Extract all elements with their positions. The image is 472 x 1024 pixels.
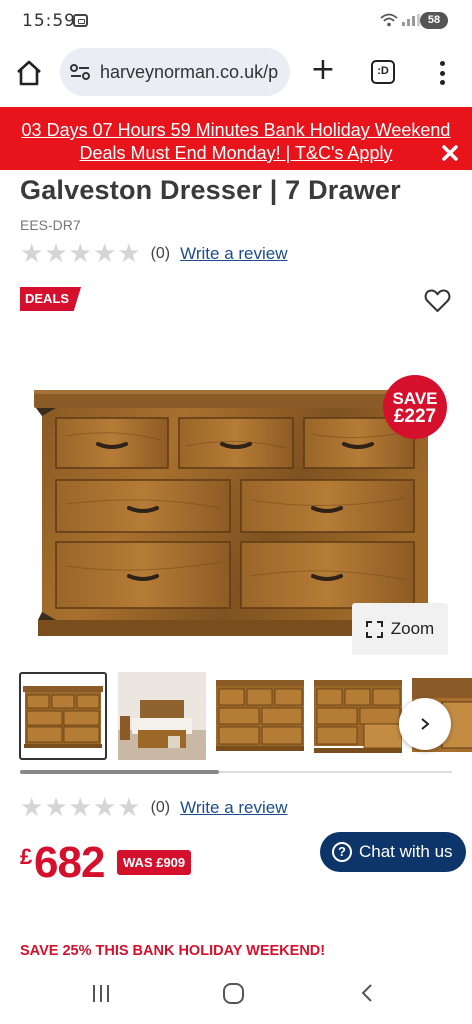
product-sku: EES-DR7 [20, 217, 81, 233]
promo-banner[interactable]: 03 Days 07 Hours 59 Minutes Bank Holiday… [0, 107, 472, 170]
home-icon[interactable] [14, 58, 44, 88]
tab-switcher-button[interactable]: :D [371, 60, 395, 84]
zoom-button[interactable]: Zoom [352, 603, 448, 655]
star-icon: ★ [68, 239, 92, 269]
promo-line-2[interactable]: Deals Must End Monday! | T&C's Apply [0, 142, 472, 165]
star-icon: ★ [20, 793, 44, 823]
browser-menu-button[interactable] [432, 58, 452, 88]
home-nav-icon[interactable] [223, 983, 244, 1004]
thumbnail-dresser-angle[interactable] [216, 672, 304, 760]
review-count: (0) [150, 245, 171, 262]
star-icon: ★ [44, 239, 68, 269]
write-review-link[interactable]: Write a review [180, 798, 287, 818]
gallery-next-button[interactable] [399, 698, 451, 750]
thumbnail-dresser-front[interactable] [19, 672, 107, 760]
back-icon[interactable] [357, 983, 377, 1003]
promo-banner-text[interactable]: 03 Days 07 Hours 59 Minutes Bank Holiday… [0, 119, 472, 165]
site-settings-icon[interactable] [69, 63, 91, 81]
new-tab-button[interactable]: + [308, 55, 338, 86]
star-icon: ★ [20, 239, 44, 269]
promo-line-1[interactable]: 03 Days 07 Hours 59 Minutes Bank Holiday… [0, 119, 472, 142]
thumbnail-bedroom-scene[interactable] [118, 672, 206, 760]
chat-label[interactable]: Chat with us [359, 842, 453, 862]
price-amount: 682 [34, 838, 105, 887]
star-icon: ★ [92, 239, 117, 269]
thumbnail-dresser-open-drawer[interactable] [314, 672, 402, 760]
star-icon: ★ [117, 239, 141, 269]
system-nav-bar [0, 970, 472, 1024]
help-icon: ? [332, 842, 352, 862]
heart-icon[interactable] [424, 288, 451, 313]
status-bar: 15:59 58 [0, 0, 472, 40]
wifi-icon [380, 13, 398, 27]
star-icon: ★ [117, 793, 141, 823]
product-title: Galveston Dresser | 7 Drawer [20, 175, 401, 205]
star-icon: ★ [68, 793, 92, 823]
status-time: 15:59 [22, 11, 76, 31]
chevron-right-icon [421, 718, 430, 730]
signal-icon [402, 14, 420, 26]
rating-summary: ★ ★ ★ ★ ★ (0) Write a review [20, 239, 288, 269]
save-badge-amount: £227 [393, 406, 437, 427]
gallery-scroll-thumb[interactable] [20, 770, 219, 774]
save-badge-label: SAVE [392, 389, 438, 408]
message-notification-icon [73, 14, 88, 27]
battery-icon: 58 [420, 12, 448, 29]
price-currency: £ [20, 844, 33, 869]
zoom-label[interactable]: Zoom [391, 619, 434, 639]
promo-note: SAVE 25% THIS BANK HOLIDAY WEEKEND! [20, 943, 326, 959]
save-badge: SAVE £227 [383, 375, 447, 439]
was-price-badge: WAS £909 [117, 850, 192, 875]
chat-button[interactable]: ? Chat with us [320, 832, 466, 872]
rating-summary-secondary: ★ ★ ★ ★ ★ (0) Write a review [20, 793, 288, 823]
star-icon: ★ [44, 793, 68, 823]
recents-icon[interactable] [93, 985, 109, 1002]
star-icon: ★ [92, 793, 117, 823]
star-rating: ★ ★ ★ ★ ★ [20, 239, 141, 269]
expand-icon [365, 620, 383, 638]
close-icon[interactable] [441, 144, 459, 162]
url-text[interactable]: harveynorman.co.uk/p [100, 62, 282, 83]
write-review-link[interactable]: Write a review [180, 244, 287, 264]
star-rating: ★ ★ ★ ★ ★ [20, 793, 141, 823]
deals-badge: DEALS [20, 287, 82, 311]
browser-toolbar: harveynorman.co.uk/p + :D [0, 40, 472, 106]
address-bar[interactable]: harveynorman.co.uk/p [60, 48, 290, 96]
review-count: (0) [150, 799, 171, 816]
